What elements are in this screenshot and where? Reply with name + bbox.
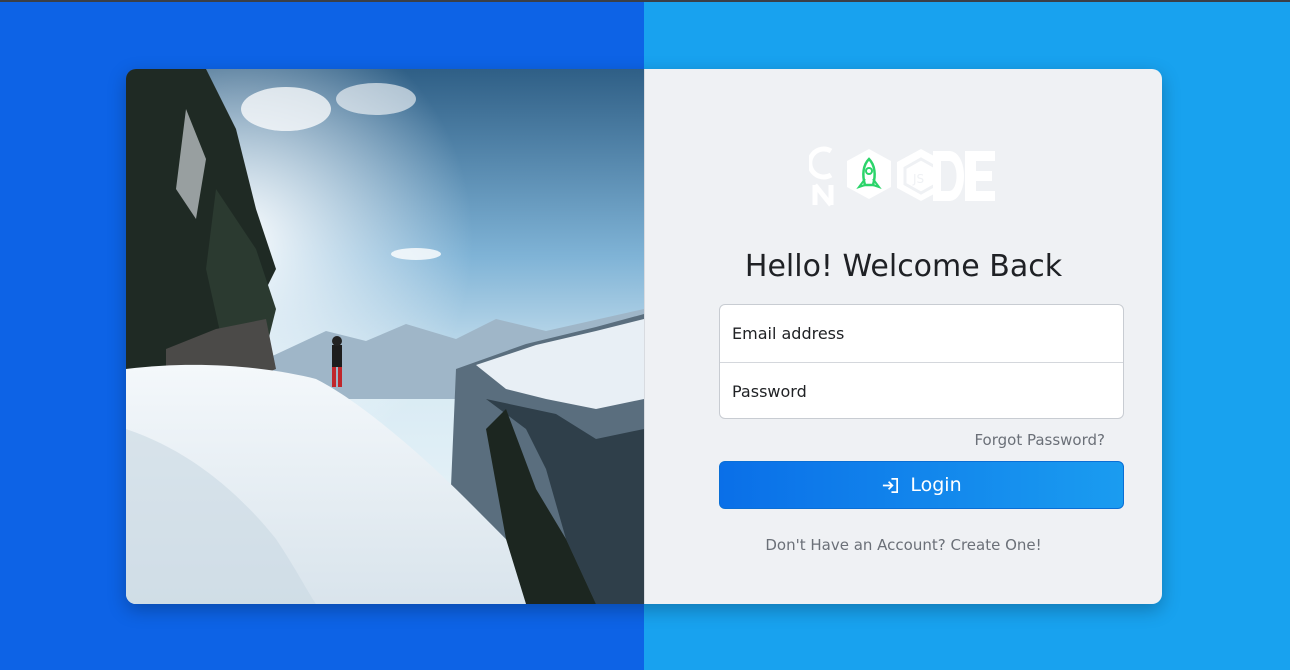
window-top-border <box>0 0 1290 2</box>
svg-text:JS: JS <box>912 172 924 186</box>
sign-in-icon <box>883 477 899 493</box>
email-field[interactable] <box>720 305 1123 362</box>
create-account-link[interactable]: Create One! <box>950 536 1041 554</box>
signup-prompt: Don't Have an Account? Create One! <box>645 536 1162 554</box>
code-logo-icon: JS <box>807 143 999 209</box>
login-panel: JS Hello! Welcome Back Forgot Password? … <box>644 69 1162 604</box>
login-button-label: Login <box>910 474 962 496</box>
page-title: Hello! Welcome Back <box>744 249 1063 284</box>
signup-prompt-text: Don't Have an Account? <box>765 536 946 554</box>
login-card: JS Hello! Welcome Back Forgot Password? … <box>126 69 1162 604</box>
login-form <box>719 304 1124 419</box>
login-button[interactable]: Login <box>719 461 1124 509</box>
password-field[interactable] <box>720 362 1123 419</box>
mountain-photo <box>126 69 644 604</box>
forgot-password-link[interactable]: Forgot Password? <box>974 431 1105 449</box>
